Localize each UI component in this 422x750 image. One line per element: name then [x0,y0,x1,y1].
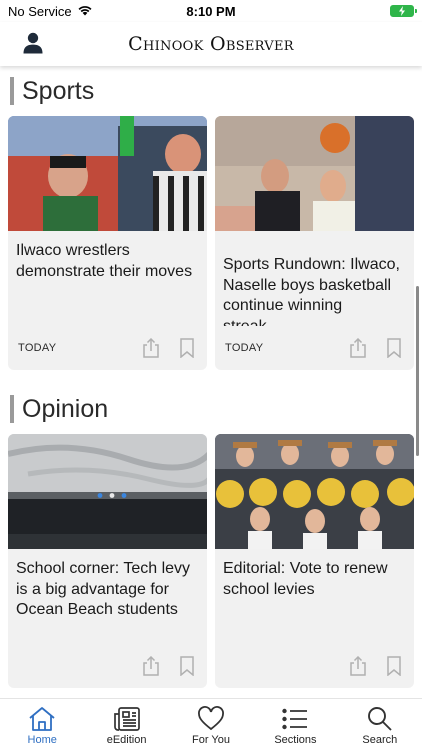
carrier-text: No Service [8,3,72,19]
tab-bar: Home eEdition For You Sections Search [0,698,422,750]
person-icon [23,32,43,54]
bookmark-icon[interactable] [384,656,404,676]
tab-sections[interactable]: Sections [253,699,337,750]
brand-logo[interactable]: Chinook Observer [128,33,294,55]
laptop-photo [8,434,207,549]
article-timestamp: TODAY [225,342,264,354]
app-header: Chinook Observer [0,22,422,66]
article-card[interactable]: School corner: Tech levy is a big advant… [8,434,207,688]
card-footer [8,644,207,688]
share-icon[interactable] [141,656,161,676]
tab-label: Search [362,733,398,746]
section-header-sports: Sports [0,66,422,116]
card-footer: TODAY [8,326,207,370]
section-accent-bar [10,395,14,423]
article-card[interactable]: Sports Rundown: Ilwaco, Naselle boys bas… [215,116,414,370]
bookmark-icon[interactable] [177,338,197,358]
tab-eedition[interactable]: eEdition [84,699,168,750]
share-icon[interactable] [348,338,368,358]
bookmark-icon[interactable] [384,338,404,358]
opinion-card-grid: School corner: Tech levy is a big advant… [0,434,422,688]
article-title[interactable]: Editorial: Vote to renew school levies [215,549,414,644]
status-bar: No Service 8:10 PM [0,0,422,22]
bookmark-icon[interactable] [177,656,197,676]
tab-home[interactable]: Home [0,699,84,750]
section-title: Opinion [22,394,109,423]
tab-label: eEdition [106,733,147,746]
article-title[interactable]: School corner: Tech levy is a big advant… [8,549,207,644]
article-title[interactable]: Ilwaco wrestlers demonstrate their moves [8,231,207,326]
basketball-photo [215,116,414,231]
share-icon[interactable] [141,338,161,358]
cheerleaders-photo [215,434,414,549]
tab-label: For You [192,733,230,746]
section-title: Sports [22,76,95,105]
sports-card-grid: Ilwaco wrestlers demonstrate their moves… [0,116,422,370]
share-icon[interactable] [348,656,368,676]
tab-search[interactable]: Search [338,699,422,750]
card-footer [215,644,414,688]
status-left: No Service [8,4,93,19]
article-title[interactable]: Sports Rundown: Ilwaco, Naselle boys bas… [215,231,414,326]
content-feed[interactable]: Sports Ilwaco wrestlers demonstrate thei… [0,66,422,698]
list-icon [282,708,308,729]
scrollbar[interactable] [416,286,419,456]
section-accent-bar [10,77,14,105]
card-footer: TODAY [215,326,414,370]
battery-charging-icon [390,5,417,17]
wrestling-photo [8,116,207,231]
profile-button[interactable] [20,30,46,56]
article-timestamp: TODAY [18,342,57,354]
section-header-opinion: Opinion [0,384,422,434]
wifi-icon [77,4,93,19]
home-icon [29,706,55,731]
tab-label: Sections [274,733,317,746]
article-card[interactable]: Ilwaco wrestlers demonstrate their moves… [8,116,207,370]
article-card[interactable]: Editorial: Vote to renew school levies [215,434,414,688]
tab-for-you[interactable]: For You [169,699,253,750]
search-icon [367,706,392,731]
tab-label: Home [27,733,57,746]
newspaper-icon [113,706,140,731]
heart-icon [198,705,224,730]
